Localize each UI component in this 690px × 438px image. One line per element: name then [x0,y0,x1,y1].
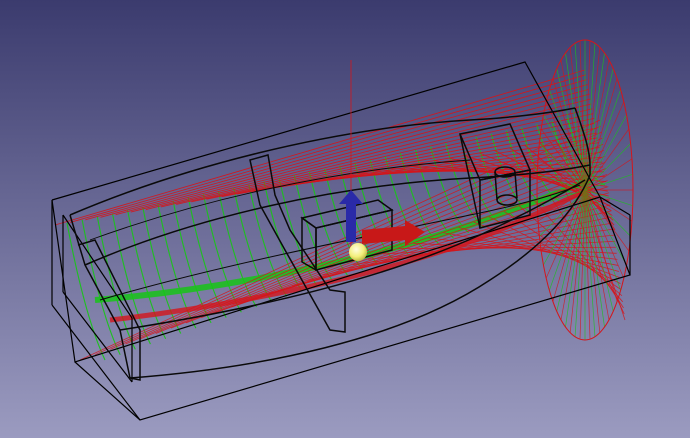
scene-canvas[interactable] [0,0,690,438]
3d-viewport[interactable] [0,0,690,438]
sphere-icon[interactable] [349,243,367,261]
